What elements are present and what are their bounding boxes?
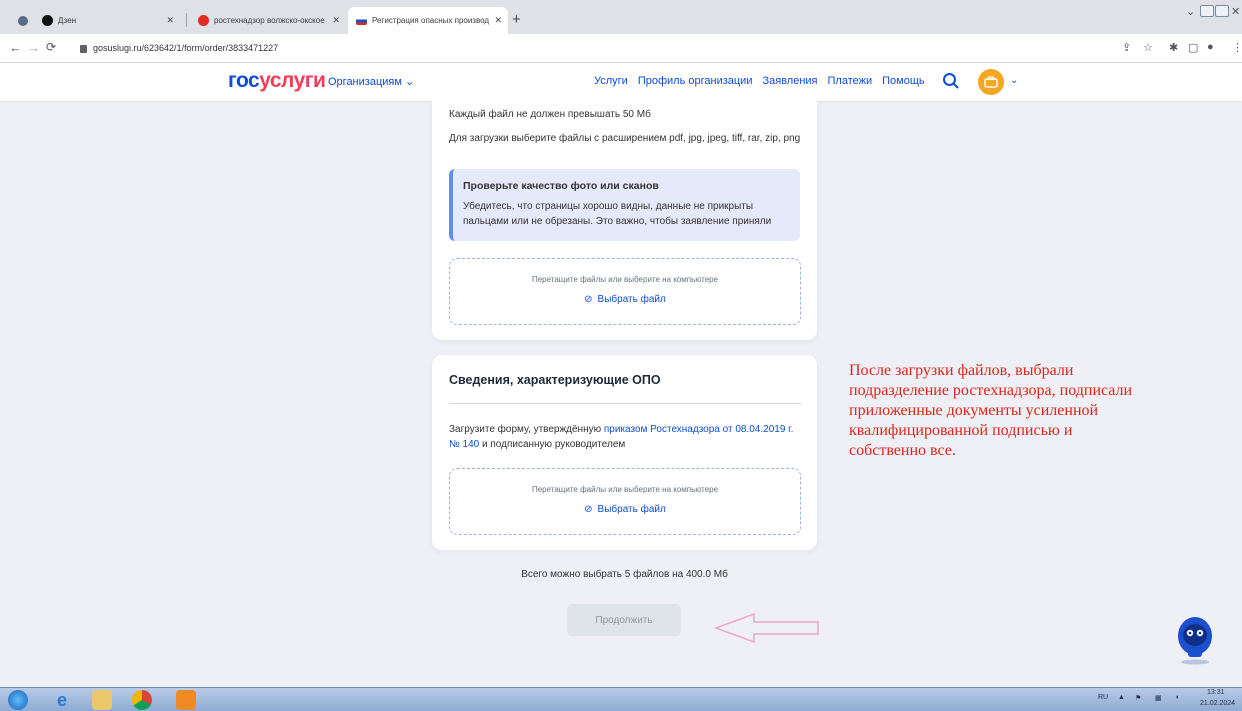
- new-tab-button[interactable]: +: [512, 11, 521, 28]
- tab-label: Дзен: [58, 16, 77, 25]
- opo-title: Сведения, характеризующие ОПО: [449, 373, 661, 387]
- robot-assistant-icon[interactable]: [1172, 614, 1218, 666]
- url-field[interactable]: gosuslugi.ru/623642/1/form/order/3833471…: [80, 38, 1100, 58]
- select-file-label: Выбрать файл: [597, 294, 666, 305]
- briefcase-icon: [984, 76, 998, 88]
- nav-help[interactable]: Помощь: [882, 75, 925, 87]
- gosuslugi-favicon-icon: [356, 16, 367, 25]
- annotation-note: После загрузки файлов, выбрали подраздел…: [849, 362, 1133, 459]
- sidepanel-icon[interactable]: ▢: [1188, 41, 1198, 54]
- opo-text-after: и подписанную руководителем: [479, 439, 626, 450]
- paperclip-icon: ⊘: [584, 294, 593, 305]
- logo-part-gos: гос: [228, 69, 260, 92]
- organization-avatar[interactable]: [978, 69, 1004, 95]
- tab-separator: [186, 13, 187, 27]
- reload-button[interactable]: ⟳: [46, 40, 56, 54]
- opo-description: Загрузите форму, утверждённую приказом Р…: [449, 422, 805, 452]
- browser-tab-strip: Дзен ✕ ростехнадзор волжско-окское ✕ Рег…: [0, 0, 1242, 34]
- opo-text-before: Загрузите форму, утверждённую: [449, 424, 604, 435]
- tab-rostekhnadzor[interactable]: ростехнадзор волжско-окское ✕: [190, 7, 346, 34]
- continue-button[interactable]: Продолжить: [567, 604, 681, 636]
- network-icon[interactable]: ▦: [1155, 694, 1162, 702]
- tab-search-chevron-icon[interactable]: ⌄: [1186, 5, 1195, 18]
- internet-explorer-icon[interactable]: e: [52, 690, 72, 710]
- menu-dots-icon[interactable]: ⋮: [1232, 41, 1242, 54]
- extensions-puzzle-icon[interactable]: ✱: [1169, 41, 1178, 54]
- gosuslugi-logo[interactable]: госуслуги: [228, 69, 326, 93]
- tab-label: ростехнадзор волжско-окское: [214, 16, 325, 25]
- clock-date[interactable]: 21.02.2024: [1200, 700, 1235, 707]
- maximize-button[interactable]: [1215, 5, 1229, 17]
- tab-dzen[interactable]: Дзен ✕: [34, 7, 180, 34]
- url-text: gosuslugi.ru/623642/1/form/order/3833471…: [93, 43, 279, 53]
- top-nav: Услуги Профиль организации Заявления Пла…: [594, 75, 925, 87]
- volume-icon[interactable]: ◖: [1175, 694, 1179, 701]
- dzen-favicon-icon: [42, 15, 53, 26]
- nav-payments[interactable]: Платежи: [828, 75, 873, 87]
- flag-icon[interactable]: ⚑: [1135, 694, 1141, 702]
- info-title: Проверьте качество фото или сканов: [463, 180, 659, 192]
- yandex-favicon-icon: [198, 15, 209, 26]
- close-tab-icon[interactable]: ✕: [166, 15, 174, 26]
- select-file-button[interactable]: ⊘ Выбрать файл: [450, 294, 800, 305]
- minimize-button[interactable]: [1200, 5, 1214, 17]
- tab-registration[interactable]: Регистрация опасных производ ✕: [348, 7, 508, 34]
- share-icon[interactable]: ⇪: [1122, 41, 1131, 54]
- files-limit-text: Всего можно выбрать 5 файлов на 400.0 Мб: [521, 569, 728, 580]
- chrome-icon[interactable]: [132, 690, 152, 710]
- file-dropzone[interactable]: Перетащите файлы или выберите на компьют…: [449, 258, 801, 325]
- start-button[interactable]: [8, 690, 28, 710]
- tab-label: Регистрация опасных производ: [372, 16, 490, 25]
- tab-list-icon[interactable]: [10, 7, 30, 34]
- file-explorer-icon[interactable]: [92, 690, 112, 710]
- dropzone-hint: Перетащите файлы или выберите на компьют…: [531, 485, 719, 494]
- app-icon[interactable]: [176, 690, 196, 710]
- logo-part-uslugi: услуги: [259, 69, 326, 92]
- windows-taskbar: e RU ▲ ⚑ ▦ ◖ 13:31 21.02.2024: [0, 687, 1242, 711]
- close-window-button[interactable]: ✕: [1231, 5, 1240, 18]
- profile-icon[interactable]: ●: [1207, 41, 1214, 53]
- nav-applications[interactable]: Заявления: [762, 75, 817, 87]
- file-dropzone[interactable]: Перетащите файлы или выберите на компьют…: [449, 468, 801, 535]
- max-size-text: Каждый файл не должен превышать 50 Мб: [449, 109, 651, 120]
- select-file-button[interactable]: ⊘ Выбрать файл: [450, 504, 800, 515]
- formats-text: Для загрузки выберите файлы с расширение…: [449, 133, 801, 144]
- search-icon[interactable]: [942, 72, 960, 90]
- divider: [449, 403, 801, 404]
- close-tab-icon[interactable]: ✕: [494, 15, 502, 26]
- dropzone-hint: Перетащите файлы или выберите на компьют…: [531, 275, 719, 284]
- forward-button[interactable]: →: [27, 40, 40, 55]
- tray-arrow-icon[interactable]: ▲: [1118, 694, 1125, 701]
- organizations-menu[interactable]: Организациям ⌄: [328, 75, 414, 88]
- clock-time[interactable]: 13:31: [1207, 689, 1225, 696]
- language-indicator[interactable]: RU: [1098, 694, 1108, 701]
- pointer-arrow-icon: [714, 612, 819, 644]
- bookmark-star-icon[interactable]: ☆: [1143, 41, 1153, 54]
- address-bar-row: ← → ⟳ gosuslugi.ru/623642/1/form/order/3…: [0, 34, 1242, 63]
- nav-services[interactable]: Услуги: [594, 75, 628, 87]
- nav-org-profile[interactable]: Профиль организации: [638, 75, 753, 87]
- pocket-icon: [18, 15, 28, 26]
- select-file-label: Выбрать файл: [597, 504, 666, 515]
- close-tab-icon[interactable]: ✕: [332, 15, 340, 26]
- lock-icon: [80, 45, 87, 53]
- back-button[interactable]: ←: [9, 40, 22, 55]
- paperclip-icon: ⊘: [584, 504, 593, 515]
- chevron-down-icon[interactable]: ⌄: [1010, 75, 1018, 86]
- info-text: Убедитесь, что страницы хорошо видны, да…: [463, 201, 772, 227]
